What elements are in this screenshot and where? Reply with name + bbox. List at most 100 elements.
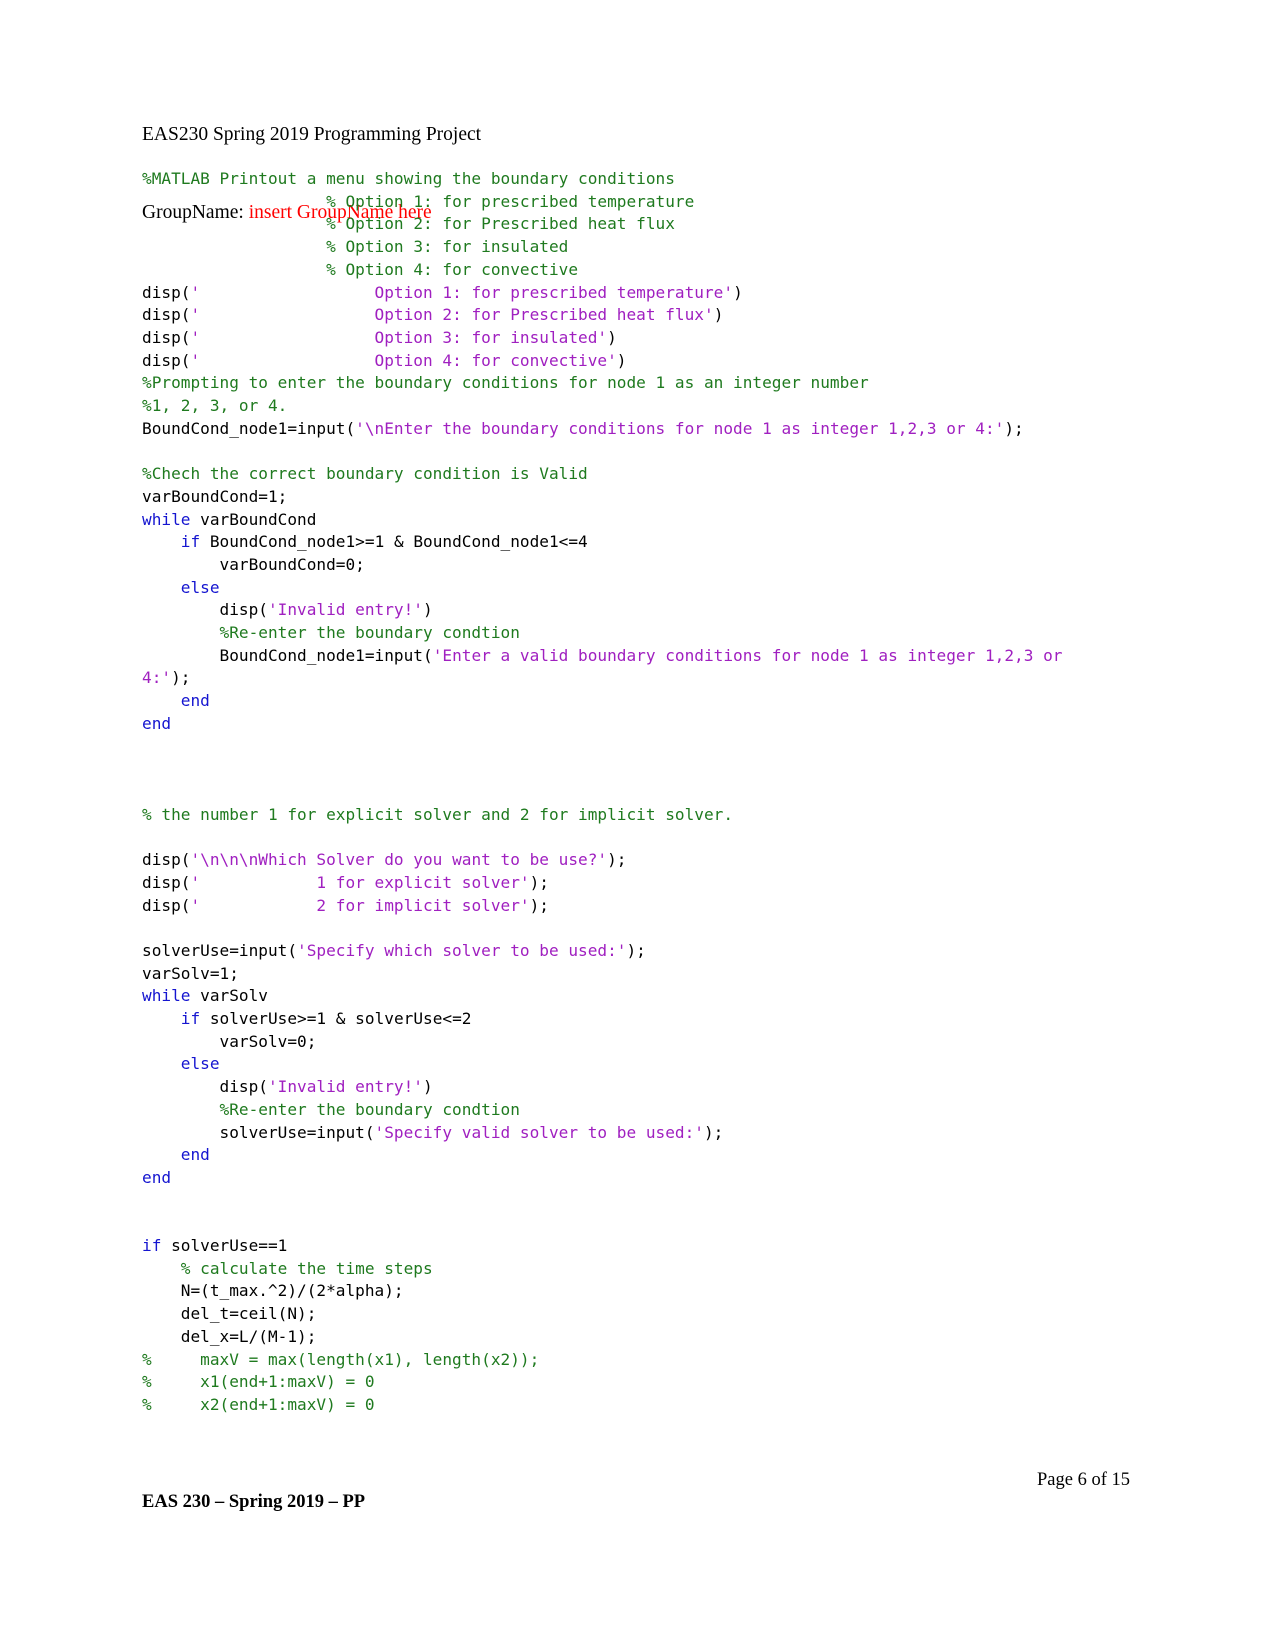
code-token-id: ); xyxy=(171,668,191,688)
code-token-id: varSolv=0; xyxy=(142,1031,317,1051)
code-token-cm: % Option 1: for prescribed temperature xyxy=(142,191,695,211)
code-line: % maxV = max(length(x1), length(x2)); xyxy=(142,1349,1102,1372)
code-token-id xyxy=(142,578,181,597)
code-token-id: ) xyxy=(423,600,433,620)
code-line: ​ xyxy=(142,781,1102,804)
code-line: %1, 2, 3, or 4. xyxy=(142,395,1102,418)
code-token-id: disp( xyxy=(142,282,191,302)
code-token-cm: % Option 2: for Prescribed heat flux xyxy=(142,214,675,234)
code-token-id: varBoundCond=1; xyxy=(142,486,288,506)
code-line: %Re-enter the boundary condtion xyxy=(142,622,1102,645)
code-token-id: del_x=L/(M-1); xyxy=(142,1326,317,1346)
code-line: N=(t_max.^2)/(2*alpha); xyxy=(142,1280,1102,1303)
code-line: ​ xyxy=(142,826,1102,849)
code-token-id xyxy=(142,1054,181,1073)
code-line: solverUse=input('Specify which solver to… xyxy=(142,940,1102,963)
code-token-kw: end xyxy=(180,691,210,711)
code-line: disp(' Option 4: for convective') xyxy=(142,350,1102,373)
code-token-str: ' Option 4: for convective' xyxy=(190,350,617,370)
code-line: if solverUse>=1 & solverUse<=2 xyxy=(142,1008,1102,1031)
code-token-id: varBoundCond=0; xyxy=(142,554,365,574)
code-token-id xyxy=(142,532,181,551)
code-token-kw: if xyxy=(142,1236,162,1256)
code-line: end xyxy=(142,713,1102,736)
code-token-id: varBoundCond xyxy=(190,509,317,529)
code-token-str: ' Option 2: for Prescribed heat flux' xyxy=(190,305,714,325)
code-token-id: ); xyxy=(626,940,646,960)
code-line: % x1(end+1:maxV) = 0 xyxy=(142,1371,1102,1394)
code-line: varSolv=1; xyxy=(142,963,1102,986)
code-token-id: varSolv xyxy=(190,986,268,1006)
code-line: % Option 2: for Prescribed heat flux xyxy=(142,213,1102,236)
code-line: while varBoundCond xyxy=(142,509,1102,532)
code-token-cm: % x2(end+1:maxV) = 0 xyxy=(142,1394,375,1414)
code-token-kw: else xyxy=(180,577,220,597)
code-line: ​ xyxy=(142,1190,1102,1213)
code-token-id: ); xyxy=(529,895,549,915)
code-token-kw: if xyxy=(180,532,201,552)
code-token-id: BoundCond_node1>=1 & BoundCond_node1<=4 xyxy=(200,532,588,552)
code-line: ​ xyxy=(142,917,1102,940)
code-line: else xyxy=(142,577,1102,600)
code-line: disp(' Option 3: for insulated') xyxy=(142,327,1102,350)
code-line: %Re-enter the boundary condtion xyxy=(142,1099,1102,1122)
code-token-id: ) xyxy=(423,1077,433,1097)
code-line: if BoundCond_node1>=1 & BoundCond_node1<… xyxy=(142,531,1102,554)
code-token-id: disp( xyxy=(142,350,191,370)
code-token-id: disp( xyxy=(142,872,191,892)
code-line: % Option 3: for insulated xyxy=(142,236,1102,259)
code-line: ​ xyxy=(142,1212,1102,1235)
code-token-cm: % x1(end+1:maxV) = 0 xyxy=(142,1372,375,1392)
code-token-cm: %Re-enter the boundary condtion xyxy=(219,623,520,643)
code-token-str: ' 2 for implicit solver' xyxy=(190,895,530,915)
code-line: varBoundCond=0; xyxy=(142,554,1102,577)
footer-course-label: EAS 230 – Spring 2019 – PP xyxy=(142,1492,366,1512)
code-token-id xyxy=(142,1259,181,1278)
code-token-kw: while xyxy=(142,509,191,529)
code-token-cm: %Prompting to enter the boundary conditi… xyxy=(142,373,869,393)
code-token-str: '\n\n\nWhich Solver do you want to be us… xyxy=(190,850,608,870)
code-token-id: BoundCond_node1=input( xyxy=(142,645,433,665)
code-token-id: ); xyxy=(1004,418,1024,438)
code-token-str: 'Specify valid solver to be used:' xyxy=(374,1122,704,1142)
code-token-id: varSolv=1; xyxy=(142,963,239,983)
code-token-id: solverUse==1 xyxy=(161,1236,288,1256)
code-line: %Prompting to enter the boundary conditi… xyxy=(142,372,1102,395)
code-line: ​ xyxy=(142,758,1102,781)
code-token-id: disp( xyxy=(142,895,191,915)
code-token-id: disp( xyxy=(142,305,191,325)
code-token-cm: % Option 4: for convective xyxy=(142,259,579,279)
code-token-id: disp( xyxy=(142,327,191,347)
page-number: Page 6 of 15 xyxy=(1037,1470,1130,1490)
code-token-cm: % maxV = max(length(x1), length(x2)); xyxy=(142,1349,540,1369)
code-token-kw: else xyxy=(180,1054,220,1074)
code-line: varBoundCond=1; xyxy=(142,486,1102,509)
code-line: if solverUse==1 xyxy=(142,1235,1102,1258)
code-token-id xyxy=(142,1145,181,1164)
code-line: disp(' Option 2: for Prescribed heat flu… xyxy=(142,304,1102,327)
code-token-id: ) xyxy=(607,327,617,347)
code-line: end xyxy=(142,1144,1102,1167)
code-line: % Option 4: for convective xyxy=(142,259,1102,282)
code-line: % calculate the time steps xyxy=(142,1258,1102,1281)
code-token-id: disp( xyxy=(142,600,268,620)
code-token-cm: %1, 2, 3, or 4. xyxy=(142,396,288,416)
code-token-id xyxy=(142,1009,181,1028)
code-token-kw: while xyxy=(142,986,191,1006)
code-token-str: ' Option 3: for insulated' xyxy=(190,327,608,347)
code-token-id: ) xyxy=(713,305,724,325)
matlab-code-listing: %MATLAB Printout a menu showing the boun… xyxy=(142,168,1102,1417)
code-line: ​ xyxy=(142,440,1102,463)
code-line: disp(' 2 for implicit solver'); xyxy=(142,895,1102,918)
code-line: BoundCond_node1=input('\nEnter the bound… xyxy=(142,418,1102,441)
code-line: else xyxy=(142,1053,1102,1076)
code-line: %MATLAB Printout a menu showing the boun… xyxy=(142,168,1102,191)
code-line: del_t=ceil(N); xyxy=(142,1303,1102,1326)
code-token-kw: if xyxy=(180,1009,201,1029)
code-line: end xyxy=(142,1167,1102,1190)
code-line: % the number 1 for explicit solver and 2… xyxy=(142,804,1102,827)
code-token-id: N=(t_max.^2)/(2*alpha); xyxy=(142,1281,404,1301)
code-token-id xyxy=(142,691,181,710)
assignment-title: EAS230 Spring 2019 Programming Project xyxy=(142,124,482,145)
code-token-id: solverUse=input( xyxy=(142,1122,375,1142)
